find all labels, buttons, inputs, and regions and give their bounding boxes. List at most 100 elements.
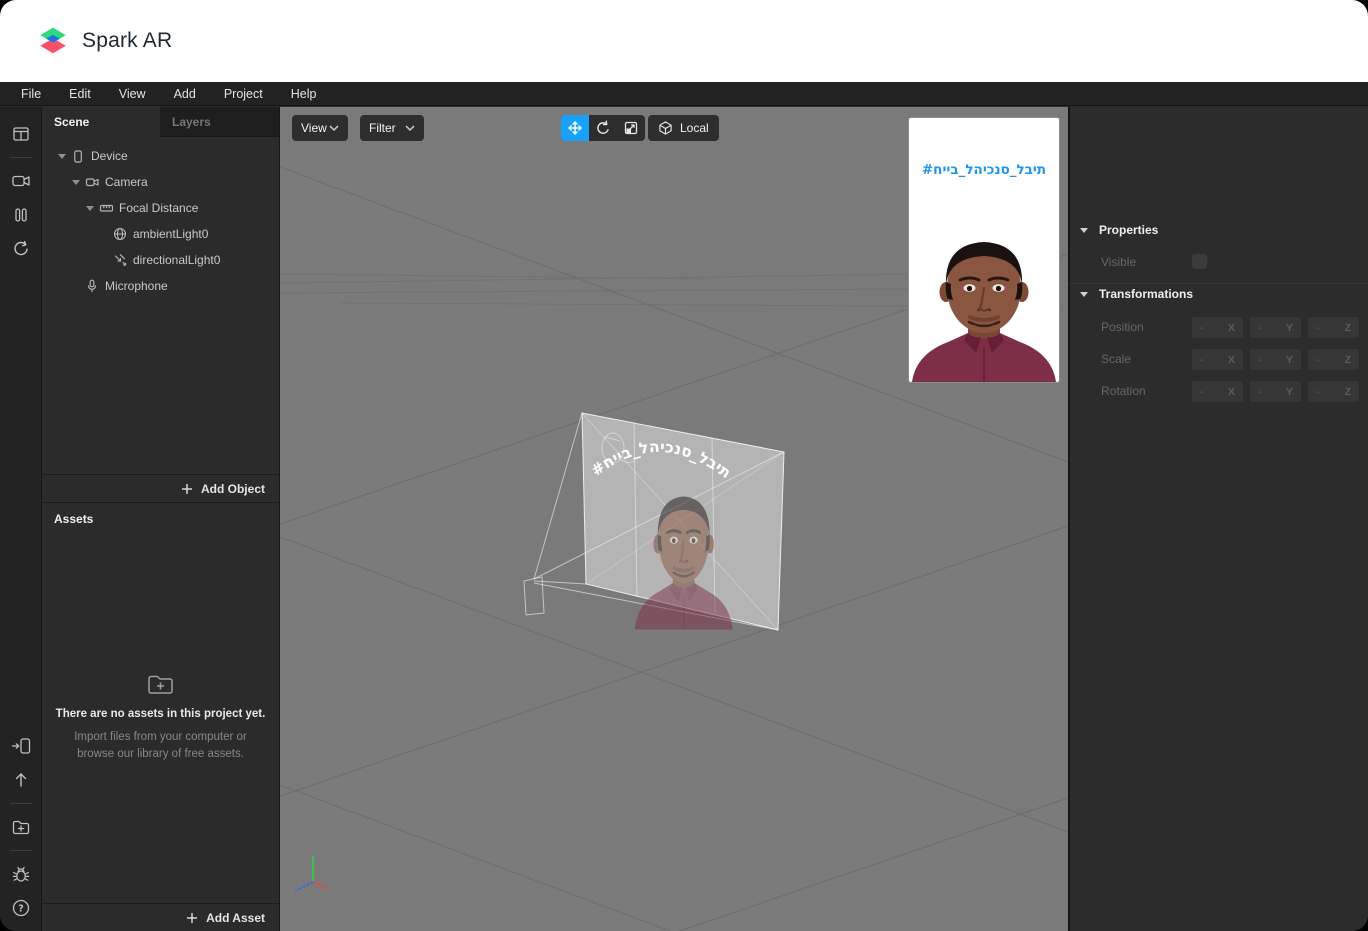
tree-row-focal-distance[interactable]: Focal Distance: [42, 195, 279, 221]
field-value: -: [1258, 321, 1262, 334]
app-title: Spark AR: [82, 29, 173, 52]
strip-divider: [10, 850, 32, 851]
layout-panels-icon[interactable]: [0, 117, 42, 151]
move-icon: [568, 121, 582, 135]
tab-layers[interactable]: Layers: [160, 107, 279, 137]
tree-row-ambient-light[interactable]: ambientLight0: [42, 221, 279, 247]
viewport-3d[interactable]: #חייב_להיכנס_לבית View Filter Local #חיי…: [280, 107, 1068, 931]
disclosure-arrow-icon: [1080, 227, 1088, 233]
simulator-preview[interactable]: #חייב_להיכנס_לבית: [908, 117, 1060, 383]
rotation-y-field[interactable]: -Y: [1250, 381, 1301, 402]
tree-row-directional-light[interactable]: directionalLight0: [42, 247, 279, 273]
menu-project[interactable]: Project: [210, 82, 277, 106]
properties-panel: Properties Visible Transformations Posit…: [1068, 107, 1368, 931]
add-object-button[interactable]: Add Object: [42, 474, 279, 502]
tree-label: Microphone: [105, 279, 168, 293]
restart-icon[interactable]: [0, 232, 42, 266]
rotate-tool-button[interactable]: [589, 115, 617, 141]
add-asset-button[interactable]: Add Asset: [42, 903, 279, 931]
tree-label: directionalLight0: [133, 253, 221, 267]
scene-tree: Device Camera Focal Distance ambientLigh…: [42, 137, 279, 474]
local-button-label: Local: [680, 121, 709, 135]
field-value: -: [1200, 321, 1204, 334]
scale-x-field[interactable]: -X: [1192, 349, 1243, 370]
strip-divider: [9, 157, 32, 158]
tree-row-camera[interactable]: Camera: [42, 169, 279, 195]
scale-icon: [624, 121, 638, 135]
tree-row-microphone[interactable]: Microphone: [42, 273, 279, 299]
preview-face-image: [910, 240, 1058, 382]
menu-help[interactable]: Help: [277, 82, 331, 106]
axis-label: Y: [1285, 353, 1293, 366]
cube-icon: [659, 121, 672, 135]
menu-edit[interactable]: Edit: [55, 82, 105, 106]
device-phone-icon: [70, 149, 86, 164]
scale-tool-button[interactable]: [617, 115, 645, 141]
rotation-fields: -X -Y -Z: [1192, 381, 1366, 402]
transformations-header-label: Transformations: [1099, 287, 1194, 301]
tree-row-device[interactable]: Device: [42, 143, 279, 169]
debug-bug-icon[interactable]: [0, 857, 42, 891]
tree-label: ambientLight0: [133, 227, 209, 241]
field-value: -: [1316, 321, 1320, 334]
video-camera-icon[interactable]: [0, 164, 42, 198]
world-axis-gizmo: [294, 856, 331, 892]
canvas-plane[interactable]: #חייב_להיכנס_לבית: [581, 412, 785, 632]
field-value: -: [1200, 385, 1204, 398]
filter-dropdown[interactable]: Filter: [360, 115, 424, 141]
microphone-icon: [84, 279, 100, 293]
visible-checkbox[interactable]: [1192, 254, 1207, 269]
local-space-button[interactable]: Local: [648, 115, 719, 141]
section-divider: [1070, 283, 1368, 284]
simulator-bars-icon[interactable]: [0, 198, 42, 232]
field-value: -: [1258, 385, 1262, 398]
field-value: -: [1316, 385, 1320, 398]
menu-file[interactable]: File: [7, 82, 55, 106]
add-object-label: Add Object: [200, 481, 265, 496]
help-icon[interactable]: ?: [0, 891, 42, 925]
directional-light-icon: [112, 253, 128, 267]
axis-label: Z: [1344, 385, 1351, 398]
properties-header-label: Properties: [1099, 223, 1159, 237]
folder-plus-icon: [148, 676, 173, 695]
transform-tools: [561, 115, 645, 141]
properties-section-header[interactable]: Properties: [1080, 223, 1158, 237]
visible-label: Visible: [1101, 255, 1137, 269]
disclosure-arrow-icon[interactable]: [56, 153, 68, 159]
camera-icon: [84, 175, 100, 189]
menu-view[interactable]: View: [105, 82, 160, 106]
preview-hashtag-text: #חייב_להיכנס_לבית: [921, 162, 1047, 178]
scale-fields: -X -Y -Z: [1192, 349, 1366, 370]
title-bar: Spark AR: [0, 0, 1368, 82]
disclosure-arrow-icon[interactable]: [70, 179, 82, 185]
position-z-field[interactable]: -Z: [1308, 317, 1359, 338]
publish-up-icon[interactable]: [0, 763, 42, 797]
menu-add[interactable]: Add: [160, 82, 210, 106]
position-y-field[interactable]: -Y: [1250, 317, 1301, 338]
send-to-device-icon[interactable]: [0, 729, 42, 763]
transformations-section-header[interactable]: Transformations: [1080, 287, 1193, 301]
axis-label: Z: [1344, 321, 1351, 334]
view-dropdown[interactable]: View: [292, 115, 348, 141]
scale-y-field[interactable]: -Y: [1250, 349, 1301, 370]
tab-scene[interactable]: Scene: [42, 107, 160, 137]
scene-panel: Scene Layers Device Camera Focal Distanc…: [42, 107, 280, 931]
scale-z-field[interactable]: -Z: [1308, 349, 1359, 370]
plus-icon: [181, 483, 192, 494]
rotation-x-field[interactable]: -X: [1192, 381, 1243, 402]
add-asset-label: Add Asset: [206, 910, 265, 925]
move-tool-button[interactable]: [561, 115, 589, 141]
import-folder-icon[interactable]: [0, 810, 42, 844]
assets-empty-title: There are no assets in this project yet.: [55, 708, 266, 721]
scale-label: Scale: [1101, 352, 1132, 366]
position-x-field[interactable]: -X: [1192, 317, 1243, 338]
assets-panel: Assets There are no assets in this proje…: [42, 502, 279, 931]
rotation-z-field[interactable]: -Z: [1308, 381, 1359, 402]
field-value: -: [1200, 353, 1204, 366]
spark-ar-window: Spark AR File Edit View Add Project Help: [0, 0, 1368, 931]
assets-empty-state: There are no assets in this project yet.…: [42, 532, 279, 903]
tree-label: Focal Distance: [119, 201, 199, 215]
menu-bar: File Edit View Add Project Help: [0, 82, 1368, 106]
svg-text:?: ?: [18, 904, 24, 915]
disclosure-arrow-icon[interactable]: [84, 205, 96, 211]
